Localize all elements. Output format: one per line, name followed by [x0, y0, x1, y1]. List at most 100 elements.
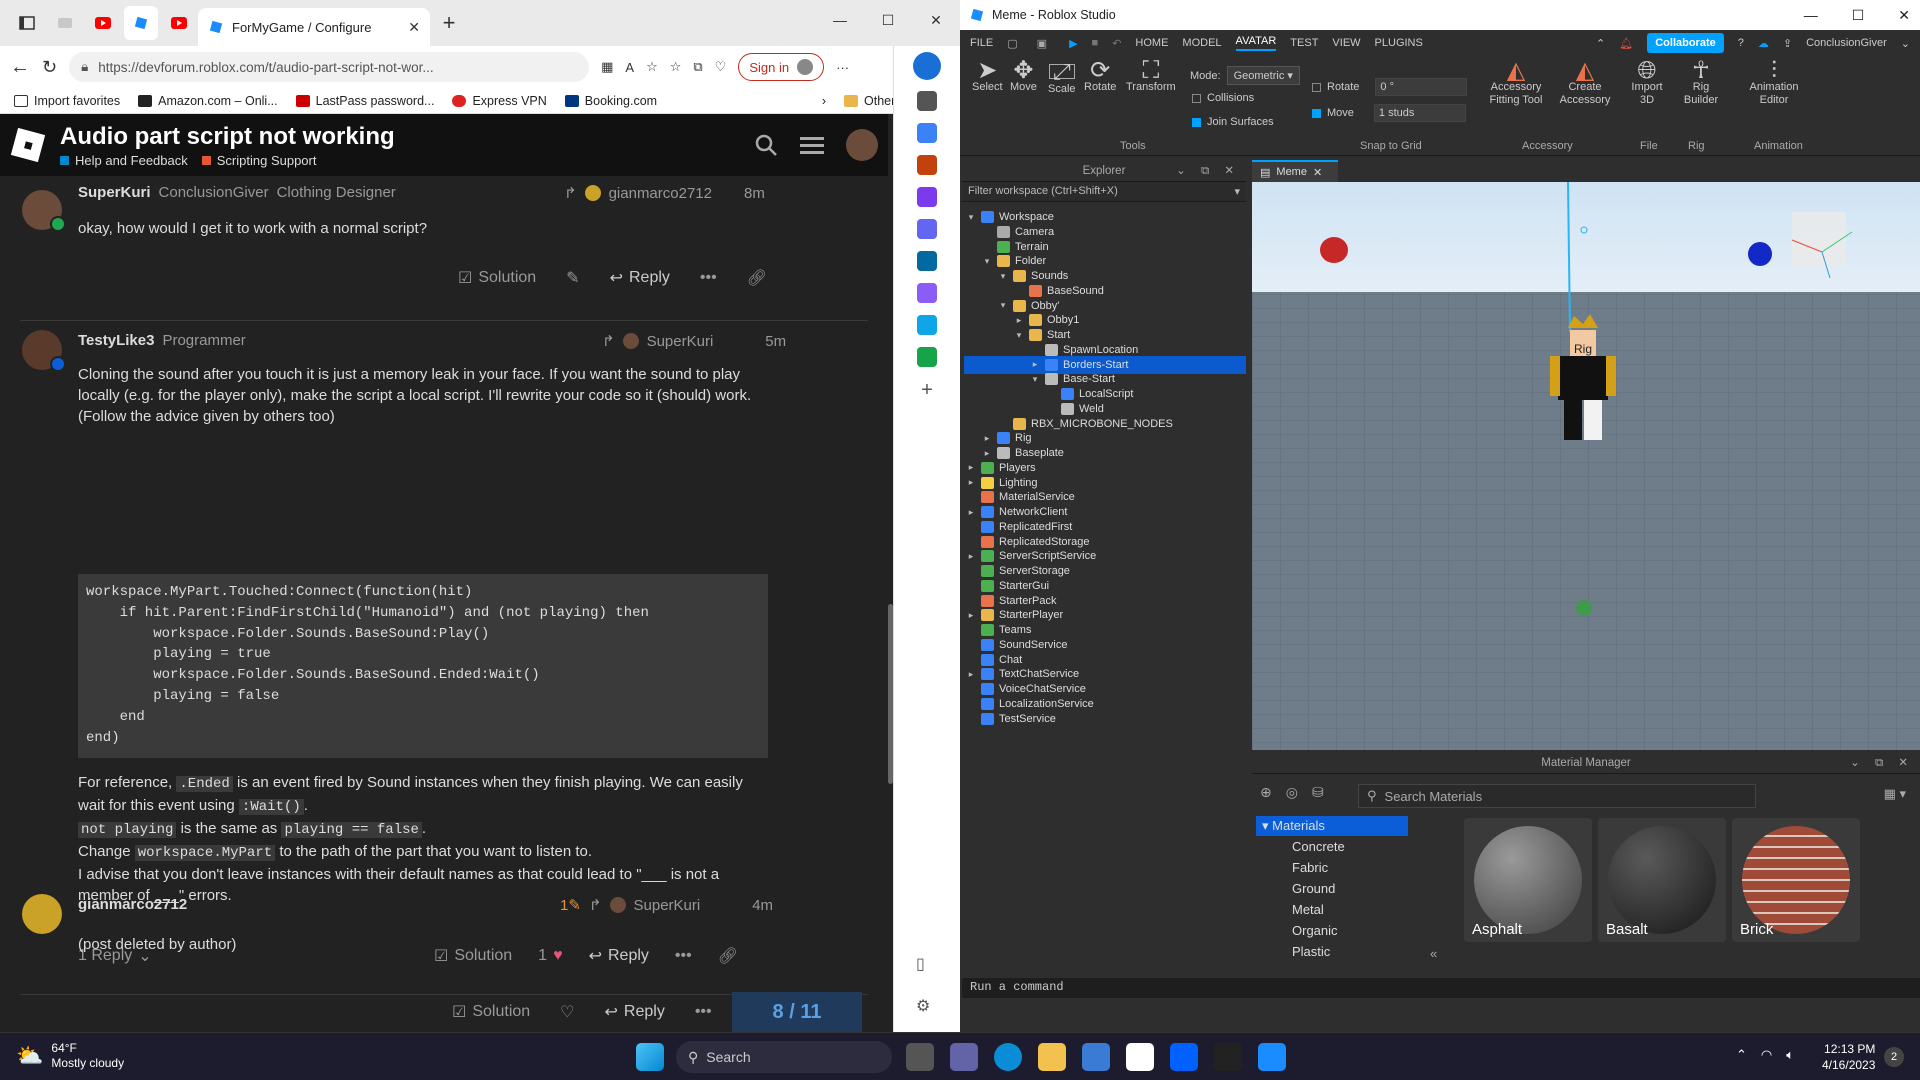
expand-arrow-icon[interactable]: ▸	[966, 551, 976, 562]
close-window-icon[interactable]: ✕	[912, 0, 960, 40]
outlook-icon[interactable]	[917, 251, 937, 271]
material-card-brick[interactable]: Brick	[1732, 818, 1860, 942]
solution-button[interactable]: ☑ Solution	[452, 1002, 530, 1022]
solution-button[interactable]: ☑ Solution	[458, 268, 536, 288]
like-button[interactable]: 1 ♥	[538, 947, 562, 965]
post-time[interactable]: 4m	[752, 897, 773, 914]
username[interactable]: ConclusionGiver	[1806, 37, 1887, 49]
reply-button[interactable]: ↩ Reply	[605, 1002, 665, 1022]
import-3d[interactable]: 🌐︎ Import 3D	[1626, 59, 1668, 107]
clock[interactable]: 12:13 PM 4/16/2023	[1822, 1041, 1875, 1073]
paint-icon[interactable]: ⛁	[1312, 784, 1324, 801]
minimize-icon[interactable]: —	[816, 0, 864, 40]
tree-icon[interactable]	[917, 347, 937, 367]
reply-button[interactable]: ↩ Reply	[610, 268, 670, 288]
mat-list-item[interactable]: Organic	[1256, 920, 1408, 941]
post-username[interactable]: SuperKuri	[78, 184, 151, 201]
close-tab-icon[interactable]: ✕	[408, 19, 420, 36]
reply-to-user[interactable]: gianmarco2712	[609, 185, 712, 202]
roblox-studio-icon[interactable]	[1258, 1043, 1286, 1071]
accessory-fitting-tool[interactable]: ◭ Accessory Fitting Tool	[1484, 59, 1548, 107]
expand-arrow-icon[interactable]: ▾	[1014, 330, 1024, 341]
move-input[interactable]: 1 studs	[1373, 104, 1466, 122]
hamburger-menu-icon[interactable]	[800, 135, 824, 155]
category-scripting[interactable]: Scripting Support	[201, 153, 316, 168]
add-sidebar-icon[interactable]: +	[894, 379, 960, 402]
menu-file[interactable]: FILE	[970, 37, 993, 49]
fav-booking[interactable]: Booking.com	[564, 94, 657, 108]
fav-expressvpn[interactable]: Express VPN	[452, 94, 547, 108]
material-card-basalt[interactable]: Basalt	[1598, 818, 1726, 942]
expand-arrow-icon[interactable]: ▾	[1030, 374, 1040, 385]
sign-in-button[interactable]: Sign in	[738, 53, 825, 81]
mat-list-item[interactable]: Metal	[1256, 899, 1408, 920]
like-icon[interactable]: ♡	[560, 1002, 574, 1022]
search-materials-input[interactable]: ⚲ Search Materials	[1358, 784, 1756, 808]
youtube-tab-icon-2[interactable]	[162, 6, 196, 40]
maximize-icon[interactable]: ☐	[864, 0, 912, 40]
add-favorite-icon[interactable]: ☆	[646, 59, 658, 75]
menu-plugins[interactable]: PLUGINS	[1375, 37, 1423, 49]
expand-arrow-icon[interactable]: ▸	[966, 669, 976, 680]
cloud-icon[interactable]: ☁	[1758, 37, 1769, 50]
panel-controls-icon[interactable]: ⌄ ⧉ ✕	[1176, 163, 1240, 178]
material-card-asphalt[interactable]: Asphalt	[1464, 818, 1592, 942]
designer-icon[interactable]	[917, 283, 937, 303]
games-icon[interactable]	[917, 187, 937, 207]
stop-icon[interactable]: ■	[1092, 37, 1099, 49]
collapse-ribbon-icon[interactable]: ⌃	[1596, 37, 1605, 50]
expand-arrow-icon[interactable]: ▸	[966, 610, 976, 621]
tools-icon[interactable]	[917, 155, 937, 175]
collapse-list-icon[interactable]: «	[1430, 946, 1437, 961]
menu-model[interactable]: MODEL	[1182, 37, 1221, 49]
search-sidebar-icon[interactable]	[917, 91, 937, 111]
send-icon[interactable]	[917, 315, 937, 335]
help-icon[interactable]: ?	[1738, 37, 1744, 49]
red-part[interactable]	[1320, 237, 1348, 263]
file-explorer-icon[interactable]	[1038, 1043, 1066, 1071]
explorer-filter[interactable]: Filter workspace (Ctrl+Shift+X) ▾	[962, 182, 1246, 202]
bing-chat-icon[interactable]	[913, 52, 941, 80]
chevron-right-icon[interactable]: ›	[822, 94, 826, 108]
roblox-logo-icon[interactable]	[10, 127, 46, 163]
favorites-icon[interactable]: ☆	[670, 59, 682, 75]
bolt-app-icon[interactable]	[1214, 1043, 1242, 1071]
menu-view[interactable]: VIEW	[1332, 37, 1360, 49]
3d-viewport[interactable]: Rig	[1252, 182, 1920, 750]
reply-to-user[interactable]: SuperKuri	[647, 333, 714, 350]
sidebar-layout-icon[interactable]: ▯	[916, 954, 925, 974]
edge-icon[interactable]	[994, 1043, 1022, 1071]
mode-dropdown[interactable]: Geometric ▾	[1226, 66, 1300, 85]
app-available-icon[interactable]: ▦	[601, 59, 613, 75]
link-icon[interactable]: 🔗︎	[718, 946, 738, 966]
undo-icon[interactable]: ↶	[1112, 37, 1121, 50]
mat-list-item[interactable]: Ground	[1256, 878, 1408, 899]
rotate-snap[interactable]: Rotate 0 °	[1312, 78, 1468, 96]
expand-arrow-icon[interactable]: ▸	[966, 477, 976, 488]
rig-builder[interactable]: ☥ Rig Builder	[1678, 59, 1724, 107]
quick-access-icons[interactable]: ▢ ▣	[1007, 37, 1055, 50]
roblox-tab-icon[interactable]	[124, 6, 158, 40]
select-tool[interactable]: ➤ Select	[972, 59, 1003, 94]
chat-icon[interactable]	[950, 1043, 978, 1071]
weather-widget[interactable]: ⛅ 64°F Mostly cloudy	[16, 1041, 124, 1071]
settings-gear-icon[interactable]: ⚙	[916, 996, 930, 1016]
new-tab-icon[interactable]: +	[432, 6, 466, 40]
tab-actions-icon[interactable]	[10, 6, 44, 40]
post-time[interactable]: 8m	[744, 185, 765, 202]
notification-badge[interactable]: 2	[1884, 1047, 1904, 1067]
fav-amazon[interactable]: Amazon.com – Onli...	[138, 94, 278, 108]
address-bar[interactable]: 🔒︎ https://devforum.roblox.com/t/audio-p…	[69, 52, 590, 82]
collaborate-button[interactable]: Collaborate	[1647, 33, 1724, 53]
tab-pinned-1[interactable]	[48, 6, 82, 40]
amazon-icon[interactable]	[1126, 1043, 1154, 1071]
solution-button[interactable]: ☑ Solution	[434, 946, 512, 966]
edit-icon[interactable]: ✎	[566, 268, 579, 288]
expand-arrow-icon[interactable]: ▾	[998, 271, 1008, 282]
shopping-icon[interactable]	[917, 123, 937, 143]
expand-arrow-icon[interactable]: ▸	[966, 462, 976, 473]
category-help[interactable]: Help and Feedback	[60, 153, 188, 168]
move-snap[interactable]: Move 1 studs	[1312, 104, 1466, 122]
post-time[interactable]: 5m	[765, 333, 786, 350]
reply-to-user[interactable]: SuperKuri	[634, 897, 701, 914]
